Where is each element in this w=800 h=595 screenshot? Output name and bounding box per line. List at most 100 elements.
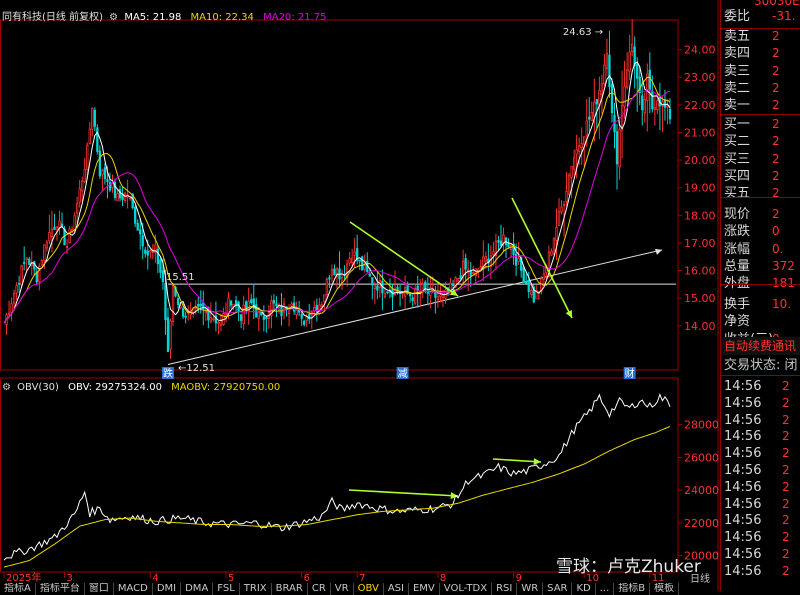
candle	[348, 251, 351, 267]
tab-trix[interactable]: TRIX	[240, 583, 272, 595]
low-label: ←12.51	[178, 363, 215, 374]
tick-row: 14:56 2	[724, 462, 800, 479]
candle	[134, 205, 137, 228]
candle	[570, 165, 573, 199]
tab-emv[interactable]: EMV	[409, 583, 440, 595]
candle-body	[570, 165, 573, 178]
tab-macd[interactable]: MACD	[114, 583, 153, 595]
candle	[386, 291, 389, 295]
candle	[25, 256, 28, 272]
candle	[310, 309, 313, 329]
tab-kd[interactable]: KD	[572, 583, 596, 595]
price-tick-label: 23.00	[684, 71, 716, 84]
candle-body	[461, 260, 465, 276]
sidebar-row: 买四 2	[724, 168, 800, 185]
sidebar-row-value: 2	[772, 134, 780, 149]
candle	[464, 253, 467, 283]
candle	[272, 294, 276, 311]
tick-time: 14:56	[724, 513, 762, 529]
sidebar-row: 换手 10.	[724, 296, 800, 313]
sidebar-row: 买五 2	[724, 185, 800, 202]
sidebar-row-value: 2	[772, 29, 780, 44]
tick-time: 14:56	[724, 563, 762, 579]
tick-time: 14:56	[724, 446, 762, 462]
tick-value: 2	[782, 496, 790, 511]
candle-body	[580, 143, 583, 148]
tab-fsl[interactable]: FSL	[213, 583, 240, 595]
candle	[136, 219, 139, 231]
tab-...[interactable]: ...	[596, 583, 615, 595]
candle-body	[23, 261, 26, 264]
candle	[610, 78, 614, 123]
sidebar-separator	[721, 28, 800, 29]
candle	[330, 264, 334, 283]
tab-dmi[interactable]: DMI	[153, 583, 182, 595]
candle	[5, 312, 8, 335]
tab-obv[interactable]: OBV	[354, 583, 384, 595]
candle-body	[333, 268, 336, 276]
candle	[149, 248, 152, 259]
price-tick-label: 14.00	[684, 320, 716, 333]
sidebar-row-value: 0.	[772, 241, 784, 256]
tab-rsi[interactable]: RSI	[492, 583, 518, 595]
candle	[494, 233, 498, 270]
candle-body	[449, 282, 452, 296]
auto-renew-banner[interactable]: 自动续费通讯	[721, 337, 800, 355]
event-marker: 减	[398, 368, 408, 380]
candle	[416, 275, 419, 308]
candle-body	[303, 320, 306, 325]
tab-asi[interactable]: ASI	[384, 583, 409, 595]
sidebar-row: 买二 2	[724, 133, 800, 150]
tick-row: 14:56 2	[724, 563, 800, 580]
settings-icon[interactable]: ⚙	[109, 12, 118, 23]
candle	[469, 261, 472, 288]
tab-sar[interactable]: SAR	[543, 583, 573, 595]
obv-settings-icon[interactable]: ⚙	[2, 382, 11, 393]
tab-vol-tdx[interactable]: VOL-TDX	[440, 583, 493, 595]
candle-body	[68, 228, 71, 244]
candle	[214, 301, 218, 332]
candle-body	[497, 240, 500, 243]
tab-窗口[interactable]: 窗口	[85, 583, 114, 595]
candle	[212, 316, 215, 322]
candle-body	[525, 281, 528, 284]
candle-body	[585, 120, 588, 136]
candle	[542, 266, 546, 287]
tab-cr[interactable]: CR	[308, 583, 331, 595]
candle	[371, 277, 374, 300]
candle	[275, 296, 278, 318]
tick-row: 14:56 2	[724, 378, 800, 395]
candle	[467, 260, 470, 291]
candle	[588, 97, 591, 132]
candle-body	[81, 180, 84, 192]
candle-body	[139, 229, 142, 235]
candle	[414, 283, 417, 306]
candle	[615, 123, 619, 190]
sidebar-row: 卖一 2	[724, 97, 800, 114]
obv-label: OBV: 29275324.00	[68, 382, 162, 393]
tab-模板[interactable]: 模板	[650, 583, 680, 595]
candle	[504, 237, 508, 259]
candle	[358, 259, 361, 270]
tab-指标a[interactable]: 指标A	[0, 583, 36, 595]
candle	[171, 283, 175, 326]
candle-body	[656, 100, 659, 111]
tab-wr[interactable]: WR	[517, 583, 544, 595]
candle-body	[53, 226, 56, 230]
tick-value: 2	[782, 513, 790, 528]
tab-vr[interactable]: VR	[331, 583, 354, 595]
candle-body	[76, 203, 79, 214]
tab-指标平台[interactable]: 指标平台	[36, 583, 85, 595]
candle	[638, 66, 641, 106]
candle	[267, 305, 271, 329]
candle	[560, 200, 563, 215]
candle	[239, 313, 243, 329]
tab-brar[interactable]: BRAR	[272, 583, 308, 595]
candle	[605, 38, 609, 77]
candle-body	[212, 318, 215, 321]
tab-指标b[interactable]: 指标B	[614, 583, 651, 595]
sidebar-separator	[721, 197, 800, 198]
tab-dma[interactable]: DMA	[181, 583, 214, 595]
candle-body	[555, 227, 558, 241]
candle-body	[199, 303, 202, 307]
